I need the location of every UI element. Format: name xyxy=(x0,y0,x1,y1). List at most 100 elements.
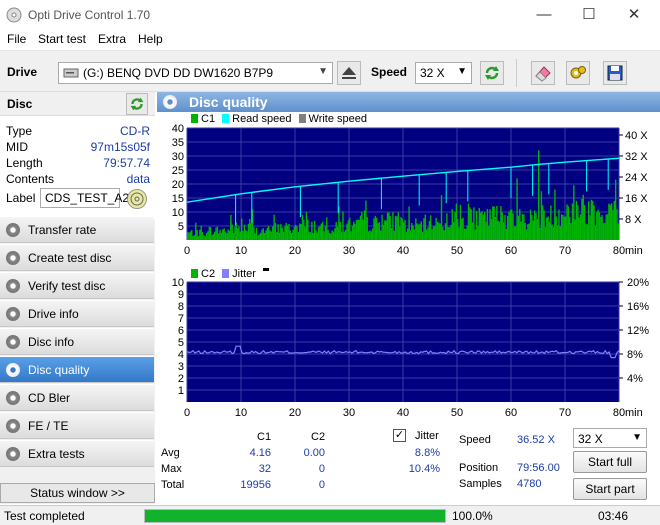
stats-max-label: Max xyxy=(161,463,182,475)
nav-label: Transfer rate xyxy=(28,223,97,237)
c1-bar xyxy=(350,231,352,240)
c1-chart: 5 10 15 20 25 30 35 40 0 10 20 30 40 50 60 70 80 min 8 X 16… xyxy=(172,120,649,257)
disc-refresh-button[interactable] xyxy=(126,93,148,115)
c1-bar xyxy=(570,223,572,240)
refresh-button[interactable] xyxy=(480,61,504,85)
c1-bar xyxy=(340,231,343,240)
nav-transfer-rate[interactable]: Transfer rate xyxy=(0,216,154,243)
nav-extra-tests[interactable]: Extra tests xyxy=(0,440,154,467)
c1-bar xyxy=(220,232,223,240)
c1-bar xyxy=(371,228,374,240)
disc-type-row: Type CD-R xyxy=(6,124,150,140)
settings-button[interactable] xyxy=(566,61,590,85)
c1-bar xyxy=(610,203,613,240)
c1-bar xyxy=(363,210,366,240)
c1-bar xyxy=(316,232,318,240)
disc-label-field[interactable]: CDS_TEST_A2 xyxy=(40,188,129,208)
c1-bar xyxy=(218,233,220,240)
disc-label-button[interactable] xyxy=(127,189,147,209)
disc-icon xyxy=(6,307,20,321)
c1-bar xyxy=(214,231,216,240)
c1-bar xyxy=(565,216,567,240)
c1-bar xyxy=(315,230,317,240)
nav-disc-quality[interactable]: Disc quality xyxy=(0,356,154,383)
c1-bar xyxy=(614,179,617,240)
c1-bar xyxy=(307,219,309,240)
c1-bar xyxy=(369,230,371,240)
c1-bar xyxy=(263,232,266,240)
start-part-button[interactable]: Start part xyxy=(573,478,647,500)
c1-bar xyxy=(388,212,390,240)
x-tick-label: 60 xyxy=(505,407,517,419)
c1-bar xyxy=(313,220,316,240)
nav-create-test-disc[interactable]: Create test disc xyxy=(0,244,154,271)
erase-button[interactable] xyxy=(531,61,555,85)
c1-bar xyxy=(475,210,478,240)
c1-bar xyxy=(285,222,287,240)
minimize-button[interactable]: — xyxy=(522,2,566,28)
maximize-button[interactable]: ☐ xyxy=(567,2,611,28)
y-tick-label: 25 xyxy=(172,165,184,177)
c1-bar xyxy=(581,198,583,240)
test-speed-select-value: 32 X xyxy=(578,432,603,446)
samples-value: 4780 xyxy=(517,478,542,490)
c1-spike xyxy=(467,203,470,240)
y2-tick-label: 32 X xyxy=(625,151,648,163)
c1-bar xyxy=(484,211,486,240)
c1-bar xyxy=(254,233,256,240)
c1-bar xyxy=(384,220,386,240)
c1-bar xyxy=(477,225,479,240)
c1-bar xyxy=(504,214,506,240)
nav-cd-bler[interactable]: CD Bler xyxy=(0,384,154,411)
nav-fe-te[interactable]: FE / TE xyxy=(0,412,154,439)
c1-bar xyxy=(266,227,269,240)
nav-label: Create test disc xyxy=(28,251,112,265)
c1-bar xyxy=(281,227,283,240)
c1-bar xyxy=(286,225,289,240)
menu-help[interactable]: Help xyxy=(138,32,163,46)
disc-mid-value: 97m15s05f xyxy=(90,140,150,154)
disc-contents-row: Contents data xyxy=(6,172,150,188)
x-tick-label: 70 xyxy=(559,245,571,257)
nav-verify-test-disc[interactable]: Verify test disc xyxy=(0,272,154,299)
x-tick-label: 80 xyxy=(613,407,625,419)
c1-spike xyxy=(575,200,578,240)
c1-bar xyxy=(401,218,404,240)
c1-bar xyxy=(563,216,566,240)
start-full-button[interactable]: Start full xyxy=(573,451,647,473)
menu-extra[interactable]: Extra xyxy=(98,32,126,46)
jitter-checkbox[interactable]: ✓ xyxy=(393,429,406,442)
save-button[interactable] xyxy=(603,61,627,85)
c1-bar xyxy=(355,219,358,240)
c1-bar xyxy=(597,209,599,240)
close-button[interactable]: ✕ xyxy=(612,2,656,28)
y-tick-label: 40 xyxy=(172,123,184,135)
c1-bar xyxy=(461,218,463,240)
settings-icon xyxy=(570,66,586,79)
c1-bar xyxy=(296,226,298,240)
drive-select[interactable]: (G:) BENQ DVD DD DW1620 B7P9 ▼ xyxy=(58,62,333,84)
c1-bar xyxy=(282,232,285,240)
c1-bar xyxy=(390,227,393,240)
y-tick-label: 15 xyxy=(172,193,184,205)
nav-drive-info[interactable]: Drive info xyxy=(0,300,154,327)
speed-select[interactable]: 32 X ▼ xyxy=(415,62,472,84)
test-speed-select[interactable]: 32 X ▼ xyxy=(573,428,647,448)
c1-bar xyxy=(331,230,333,240)
c1-bar xyxy=(435,217,437,240)
c1-bar xyxy=(284,226,286,240)
c1-bar xyxy=(600,216,602,240)
status-window-button[interactable]: Status window >> xyxy=(0,483,155,503)
menu-start-test[interactable]: Start test xyxy=(38,32,86,46)
nav-disc-info[interactable]: Disc info xyxy=(0,328,154,355)
c1-spike xyxy=(273,214,275,240)
c1-bar xyxy=(207,231,209,240)
c1-bar xyxy=(192,236,194,240)
disc-icon xyxy=(6,447,20,461)
eject-button[interactable] xyxy=(337,61,361,85)
c1-bar xyxy=(187,232,189,240)
drive-select-value: (G:) BENQ DVD DD DW1620 B7P9 xyxy=(83,66,274,80)
c1-bar xyxy=(425,229,428,240)
stats-total-c1: 19956 xyxy=(240,479,271,491)
menu-file[interactable]: File xyxy=(7,32,26,46)
